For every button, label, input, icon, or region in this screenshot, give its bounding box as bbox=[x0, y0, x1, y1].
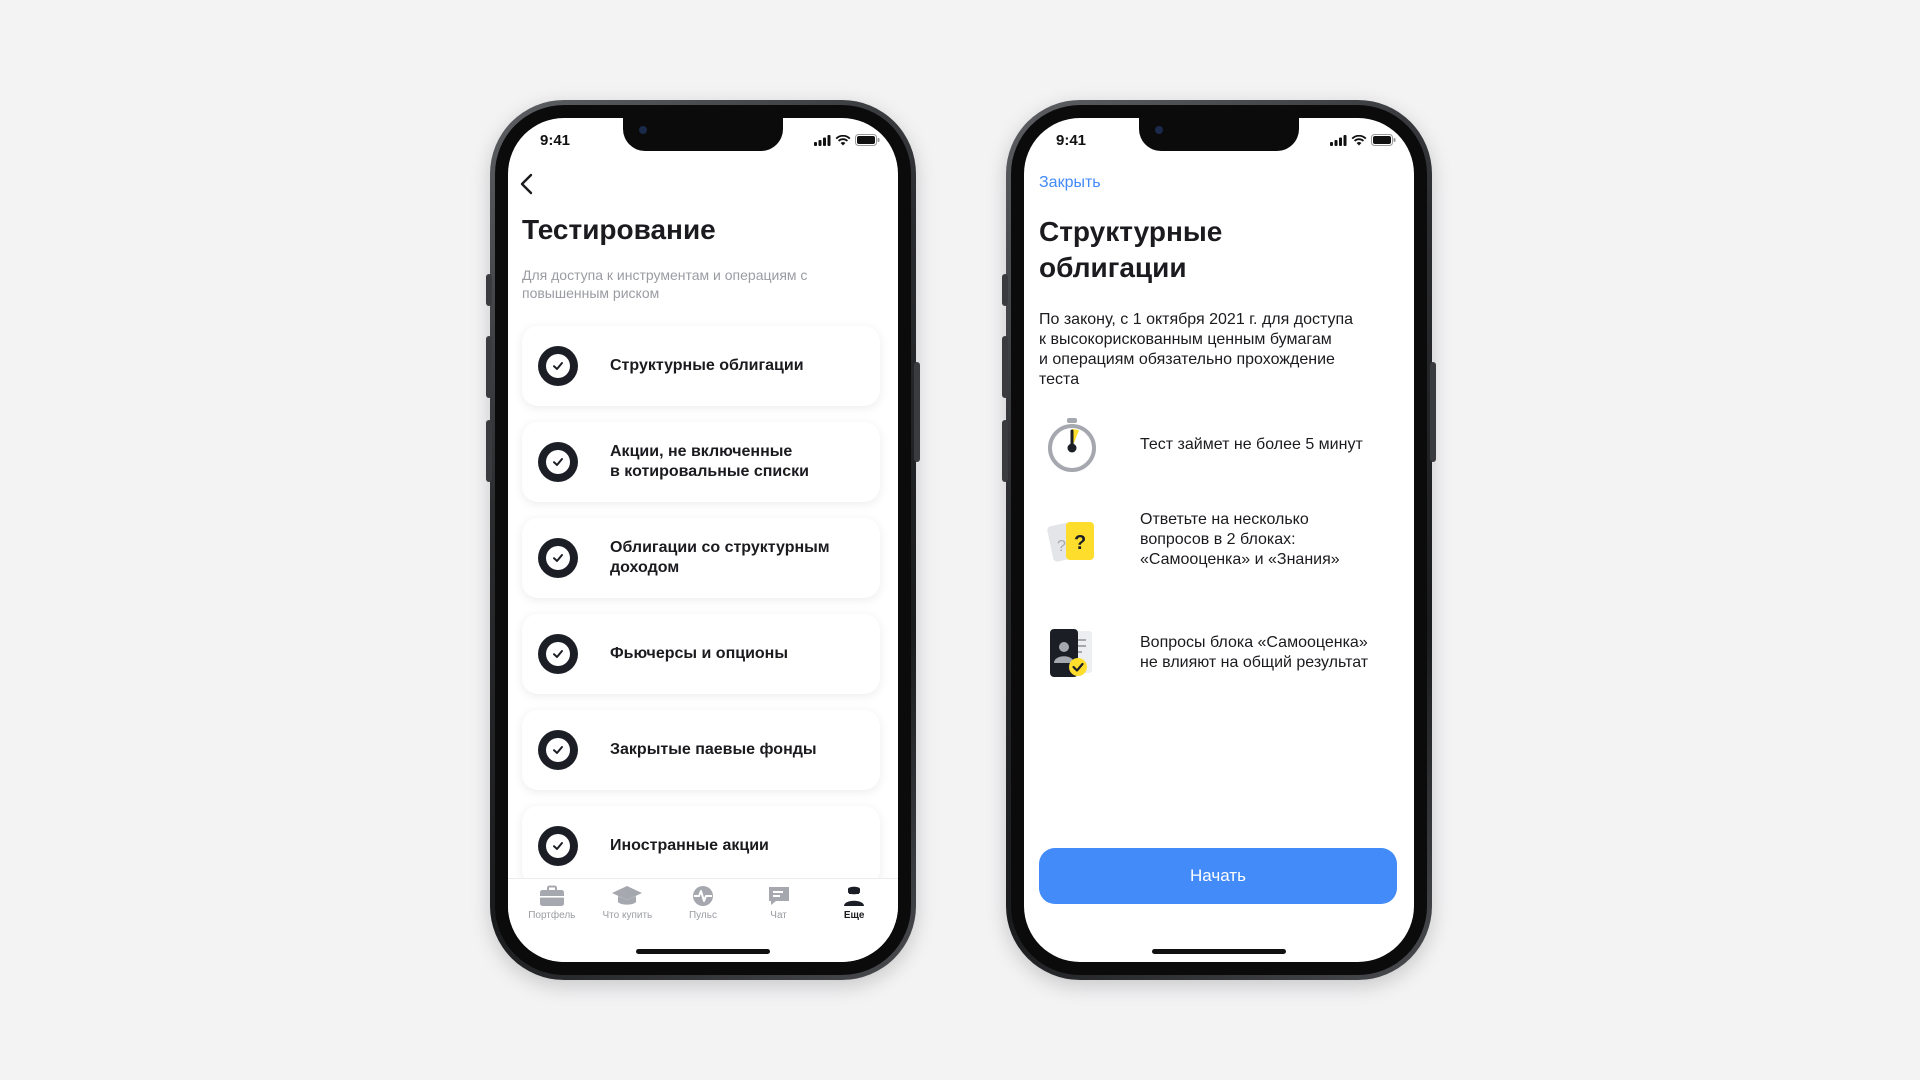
power-button bbox=[1430, 362, 1436, 462]
mute-switch bbox=[486, 274, 492, 306]
page-subtitle: Для доступа к инструментам и операциям с… bbox=[522, 267, 808, 301]
briefcase-icon bbox=[539, 885, 564, 906]
screen-testing: 9:41 Тестирование Для доступа к инструме… bbox=[508, 118, 898, 962]
battery-icon bbox=[855, 134, 880, 146]
svg-text:?: ? bbox=[1057, 538, 1066, 555]
test-card-label: Структурные облигации bbox=[610, 357, 804, 374]
mute-switch bbox=[1002, 274, 1008, 306]
pulse-icon bbox=[692, 886, 713, 906]
tab-label: Пульс bbox=[688, 910, 717, 921]
test-card-futures-options[interactable]: Фьючерсы и опционы bbox=[522, 614, 880, 694]
status-icons bbox=[814, 134, 880, 146]
camera bbox=[1155, 126, 1163, 134]
test-card-label: Иностранные акции bbox=[610, 837, 769, 854]
check-icon bbox=[538, 442, 578, 482]
notch bbox=[1139, 118, 1299, 151]
info-row-self-assessment: Вопросы блока «Самооценка» не влияют на … bbox=[1039, 620, 1399, 686]
home-indicator[interactable] bbox=[636, 949, 770, 954]
page-title: Тестирование bbox=[522, 214, 716, 245]
power-button bbox=[914, 362, 920, 462]
info-text: Ответьте на несколько вопросов в 2 блока… bbox=[1140, 511, 1340, 568]
question-cards-icon: ?? bbox=[1039, 507, 1105, 573]
info-row-duration: Тест займет не более 5 минут bbox=[1039, 412, 1399, 478]
id-card-check-icon bbox=[1039, 620, 1105, 686]
test-card-structured-income-bonds[interactable]: Облигации со структурным доходом bbox=[522, 518, 880, 598]
volume-up-button bbox=[1002, 336, 1008, 398]
screen-structured-bonds: 9:41 Закрыть Структурные облигации По за… bbox=[1024, 118, 1414, 962]
check-icon bbox=[538, 346, 578, 386]
phone-frame-right: 9:41 Закрыть Структурные облигации По за… bbox=[1002, 100, 1436, 980]
tab-label: Портфель bbox=[528, 910, 576, 921]
phone-frame-left: 9:41 Тестирование Для доступа к инструме… bbox=[486, 100, 920, 980]
intro-text: По закону, с 1 октября 2021 г. для досту… bbox=[1039, 311, 1354, 388]
info-text: Вопросы блока «Самооценка» не влияют на … bbox=[1140, 634, 1369, 671]
tab-label: Чат bbox=[770, 910, 787, 921]
status-time: 9:41 bbox=[540, 132, 571, 149]
status-icons bbox=[1330, 134, 1396, 146]
check-icon bbox=[538, 538, 578, 578]
start-button[interactable]: Начать bbox=[1039, 848, 1397, 904]
signal-icon bbox=[1330, 134, 1347, 146]
close-button[interactable]: Закрыть bbox=[1039, 174, 1101, 192]
battery-icon bbox=[1371, 134, 1396, 146]
test-list: Структурные облигации Акции, не включенн… bbox=[522, 326, 880, 902]
wifi-icon bbox=[1351, 134, 1367, 145]
graduation-cap-icon bbox=[612, 886, 643, 905]
chat-icon bbox=[768, 887, 789, 905]
test-card-label: Закрытые паевые фонды bbox=[610, 741, 817, 758]
info-text: Тест займет не более 5 минут bbox=[1140, 436, 1363, 453]
volume-up-button bbox=[486, 336, 492, 398]
page-title: Структурные облигации bbox=[1039, 216, 1223, 283]
test-card-structured-bonds[interactable]: Структурные облигации bbox=[522, 326, 880, 406]
test-card-label: Облигации со структурным доходом bbox=[610, 539, 830, 576]
tab-label: Еще bbox=[843, 910, 865, 921]
stopwatch-icon bbox=[1039, 412, 1105, 478]
test-card-label: Акции, не включенные в котировальные спи… bbox=[610, 443, 810, 480]
volume-down-button bbox=[1002, 420, 1008, 482]
back-arrow-icon[interactable] bbox=[518, 172, 538, 201]
profile-icon bbox=[844, 886, 865, 906]
camera bbox=[639, 126, 647, 134]
svg-text:?: ? bbox=[1074, 532, 1086, 554]
info-row-questions: ?? Ответьте на несколько вопросов в 2 бл… bbox=[1039, 507, 1399, 573]
check-icon bbox=[538, 634, 578, 674]
status-time: 9:41 bbox=[1056, 132, 1087, 149]
check-icon bbox=[538, 826, 578, 866]
notch bbox=[623, 118, 783, 151]
home-indicator[interactable] bbox=[1152, 949, 1286, 954]
tab-portfolio[interactable]: Портфель bbox=[520, 879, 584, 962]
tab-more[interactable]: Еще bbox=[822, 879, 886, 962]
signal-icon bbox=[814, 134, 831, 146]
test-card-unlisted-shares[interactable]: Акции, не включенные в котировальные спи… bbox=[522, 422, 880, 502]
test-card-closed-funds[interactable]: Закрытые паевые фонды bbox=[522, 710, 880, 790]
check-icon bbox=[538, 730, 578, 770]
wifi-icon bbox=[835, 134, 851, 145]
test-card-label: Фьючерсы и опционы bbox=[610, 645, 789, 662]
tab-label: Что купить bbox=[602, 910, 653, 921]
volume-down-button bbox=[486, 420, 492, 482]
test-card-foreign-shares[interactable]: Иностранные акции bbox=[522, 806, 880, 886]
